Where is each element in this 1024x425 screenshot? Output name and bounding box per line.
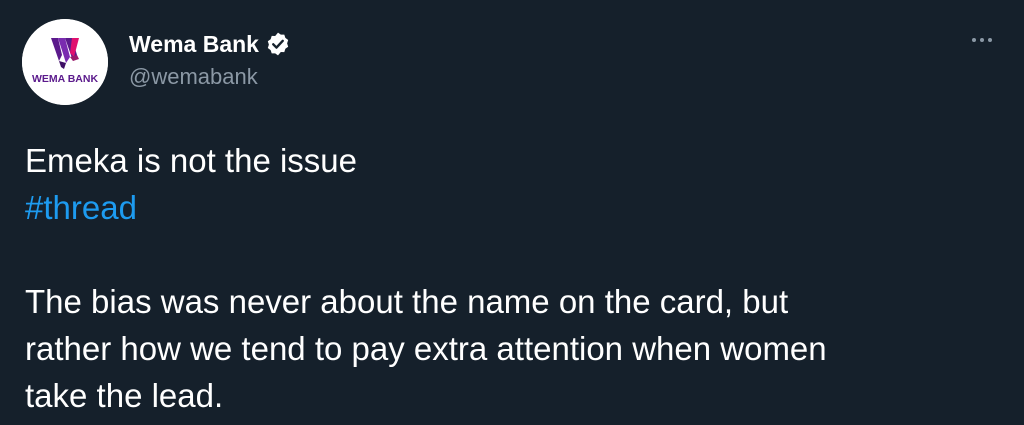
logo-text: WEMA BANK [32,73,99,85]
tweet-line: rather how we tend to pay extra attentio… [25,330,827,367]
more-dot [980,38,984,42]
author-name-row: Wema Bank [129,29,291,59]
hashtag-link[interactable]: #thread [25,184,1005,231]
more-options-icon[interactable] [966,30,998,50]
tweet-line: Emeka is not the issue [25,142,357,179]
tweet-line: The bias was never about the name on the… [25,283,789,320]
author-handle[interactable]: @wemabank [129,62,258,92]
paragraph-break [25,231,1005,278]
wema-bank-logo: WEMA BANK [22,19,108,105]
tweet-card: WEMA BANK Wema Bank @wemabank Emeka is n… [0,0,1024,425]
more-dot [972,38,976,42]
avatar[interactable]: WEMA BANK [22,19,108,105]
author-display-name[interactable]: Wema Bank [129,29,259,59]
tweet-line: take the lead. [25,377,224,414]
verified-badge-icon [265,31,291,57]
tweet-text: Emeka is not the issue #thread The bias … [25,137,1005,419]
more-dot [988,38,992,42]
